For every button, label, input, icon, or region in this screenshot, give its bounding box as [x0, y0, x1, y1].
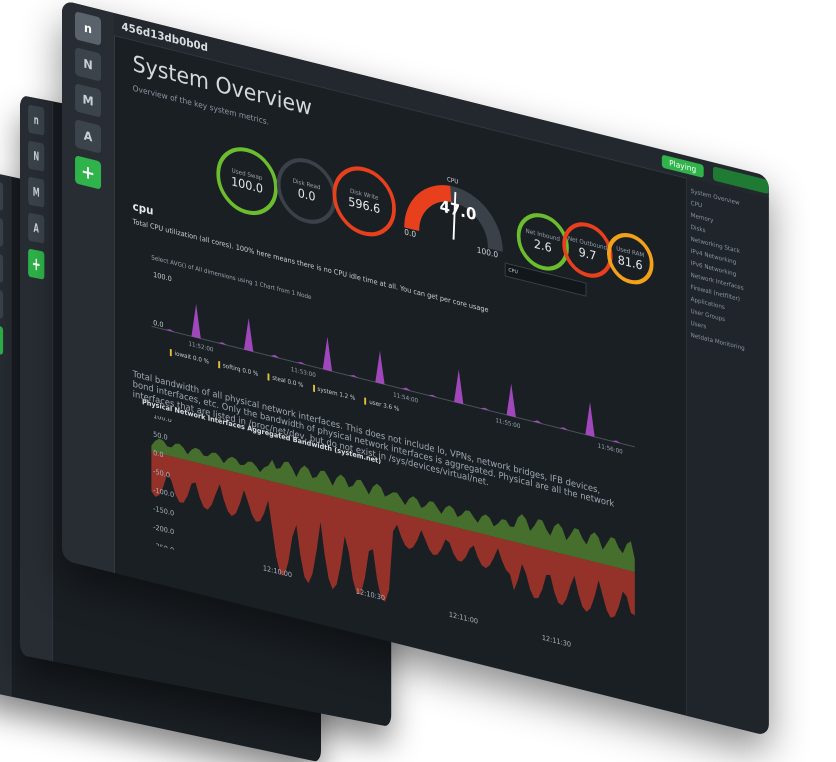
cpu-spike	[244, 318, 254, 352]
rail-item-n[interactable]: n	[0, 179, 4, 211]
cpu-spike	[611, 440, 621, 444]
gauge-disk-read: Disk Read 0.0	[276, 151, 337, 231]
left-rail: n N M A +	[20, 95, 54, 662]
left-rail: n N M A +	[0, 170, 12, 697]
y-tick-label: -250.0	[153, 542, 174, 555]
rail-item-A[interactable]: A	[0, 287, 4, 319]
cpu-spike	[165, 329, 175, 333]
cpu-spike	[375, 350, 385, 385]
y-tick-label: -150.0	[153, 504, 174, 517]
cpu-spike	[217, 342, 228, 346]
rail-item-N[interactable]: N	[75, 47, 102, 82]
y-tick-label: -100.0	[153, 486, 174, 499]
x-tick-label: 12:11:30	[542, 634, 571, 649]
x-tick-label: 11:55:00	[495, 418, 520, 430]
gauge-used-swap: Used Swap 100.0	[216, 140, 278, 222]
add-button[interactable]: +	[75, 155, 102, 190]
rail-item-N[interactable]: N	[28, 140, 45, 172]
y-tick-label: 100.0	[153, 271, 172, 284]
rail-item-A[interactable]: A	[75, 119, 102, 154]
gauge-disk-write: Disk Write 596.6	[332, 159, 396, 244]
toolbar-nodes[interactable]: 1 Node	[292, 289, 312, 301]
tooltip-title: CPU	[508, 267, 518, 276]
add-button[interactable]: +	[28, 248, 45, 280]
rail-item-M[interactable]: M	[75, 83, 102, 118]
cpu-spike	[296, 361, 306, 365]
gauge-used-ram: Used RAM 81.6	[606, 227, 654, 290]
y-tick-label: -200.0	[153, 523, 174, 536]
toolbar-charts[interactable]: 1 Chart	[254, 280, 275, 292]
add-button[interactable]: +	[0, 323, 4, 355]
cpu-spike	[480, 407, 490, 411]
x-tick-label: 12:11:00	[449, 610, 478, 625]
rail-item-n[interactable]: n	[75, 11, 102, 46]
cpu-section-title: cpu	[132, 199, 154, 218]
legend-item[interactable]: iowait 0.0 %	[169, 348, 209, 366]
y-tick-label: 50.0	[153, 430, 167, 442]
rail-item-N[interactable]: N	[0, 215, 4, 247]
rail-item-M[interactable]: M	[0, 251, 4, 283]
y-tick-label: 0.0	[153, 319, 163, 330]
x-tick-label: 11:56:00	[598, 443, 623, 455]
legend-item[interactable]: user 3.6 %	[364, 397, 400, 414]
cpu-spike	[349, 375, 359, 378]
gauge-value: 0.0	[297, 185, 316, 204]
cpu-spike	[559, 427, 569, 431]
cpu-spike	[427, 394, 438, 398]
x-tick-label: 11:54:00	[393, 392, 418, 404]
toolbar-of: of	[188, 263, 194, 272]
gauge-net-outbound: Net Outbound 9.7	[562, 216, 613, 284]
cpu-spike	[191, 303, 201, 339]
x-tick-label: 11:53:00	[291, 367, 316, 379]
toolbar-select: Select	[151, 254, 169, 266]
legend-item[interactable]: softirq 0.0 %	[218, 360, 259, 378]
gauge-cpu: CPU 47.0 0.0 100.0	[402, 167, 504, 263]
side-navigation: System Overview CPU Memory Disks Networking…	[686, 177, 769, 737]
toolbar-using: using	[237, 275, 253, 287]
x-tick-label: 11:52:00	[188, 341, 213, 353]
left-rail: n N M A +	[62, 0, 116, 574]
legend-item[interactable]: system 1.2 %	[312, 384, 356, 403]
gauge-net-inbound: Net Inbound 2.6	[516, 207, 569, 277]
y-tick-label: 100.0	[153, 414, 172, 424]
rail-item-A[interactable]: A	[28, 212, 45, 244]
toolbar-from: from	[276, 285, 290, 296]
cpu-spike	[322, 336, 333, 372]
stacked-screenshots: n N M A + n N M A + n N M A + 456d13db0b…	[0, 0, 836, 762]
legend-item[interactable]: steal 0.0 %	[267, 373, 304, 390]
rail-item-n[interactable]: n	[28, 104, 45, 136]
rail-item-M[interactable]: M	[28, 176, 45, 208]
cpu-spike	[506, 383, 516, 418]
cpu-spike	[454, 369, 464, 405]
x-tick-label: 12:10:00	[263, 564, 292, 579]
cpu-spike	[585, 402, 595, 437]
toolbar-avg[interactable]: AVG()	[170, 259, 186, 270]
